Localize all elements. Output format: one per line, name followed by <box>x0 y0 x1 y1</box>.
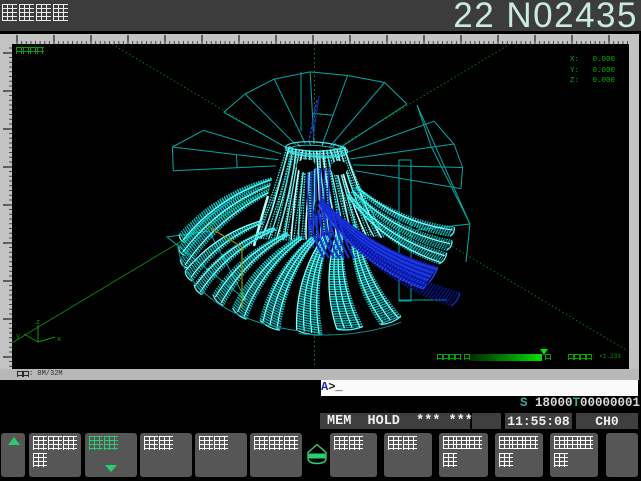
svg-text:y: y <box>16 333 20 341</box>
svg-text:z: z <box>36 319 40 327</box>
svg-text:x: x <box>57 336 61 344</box>
